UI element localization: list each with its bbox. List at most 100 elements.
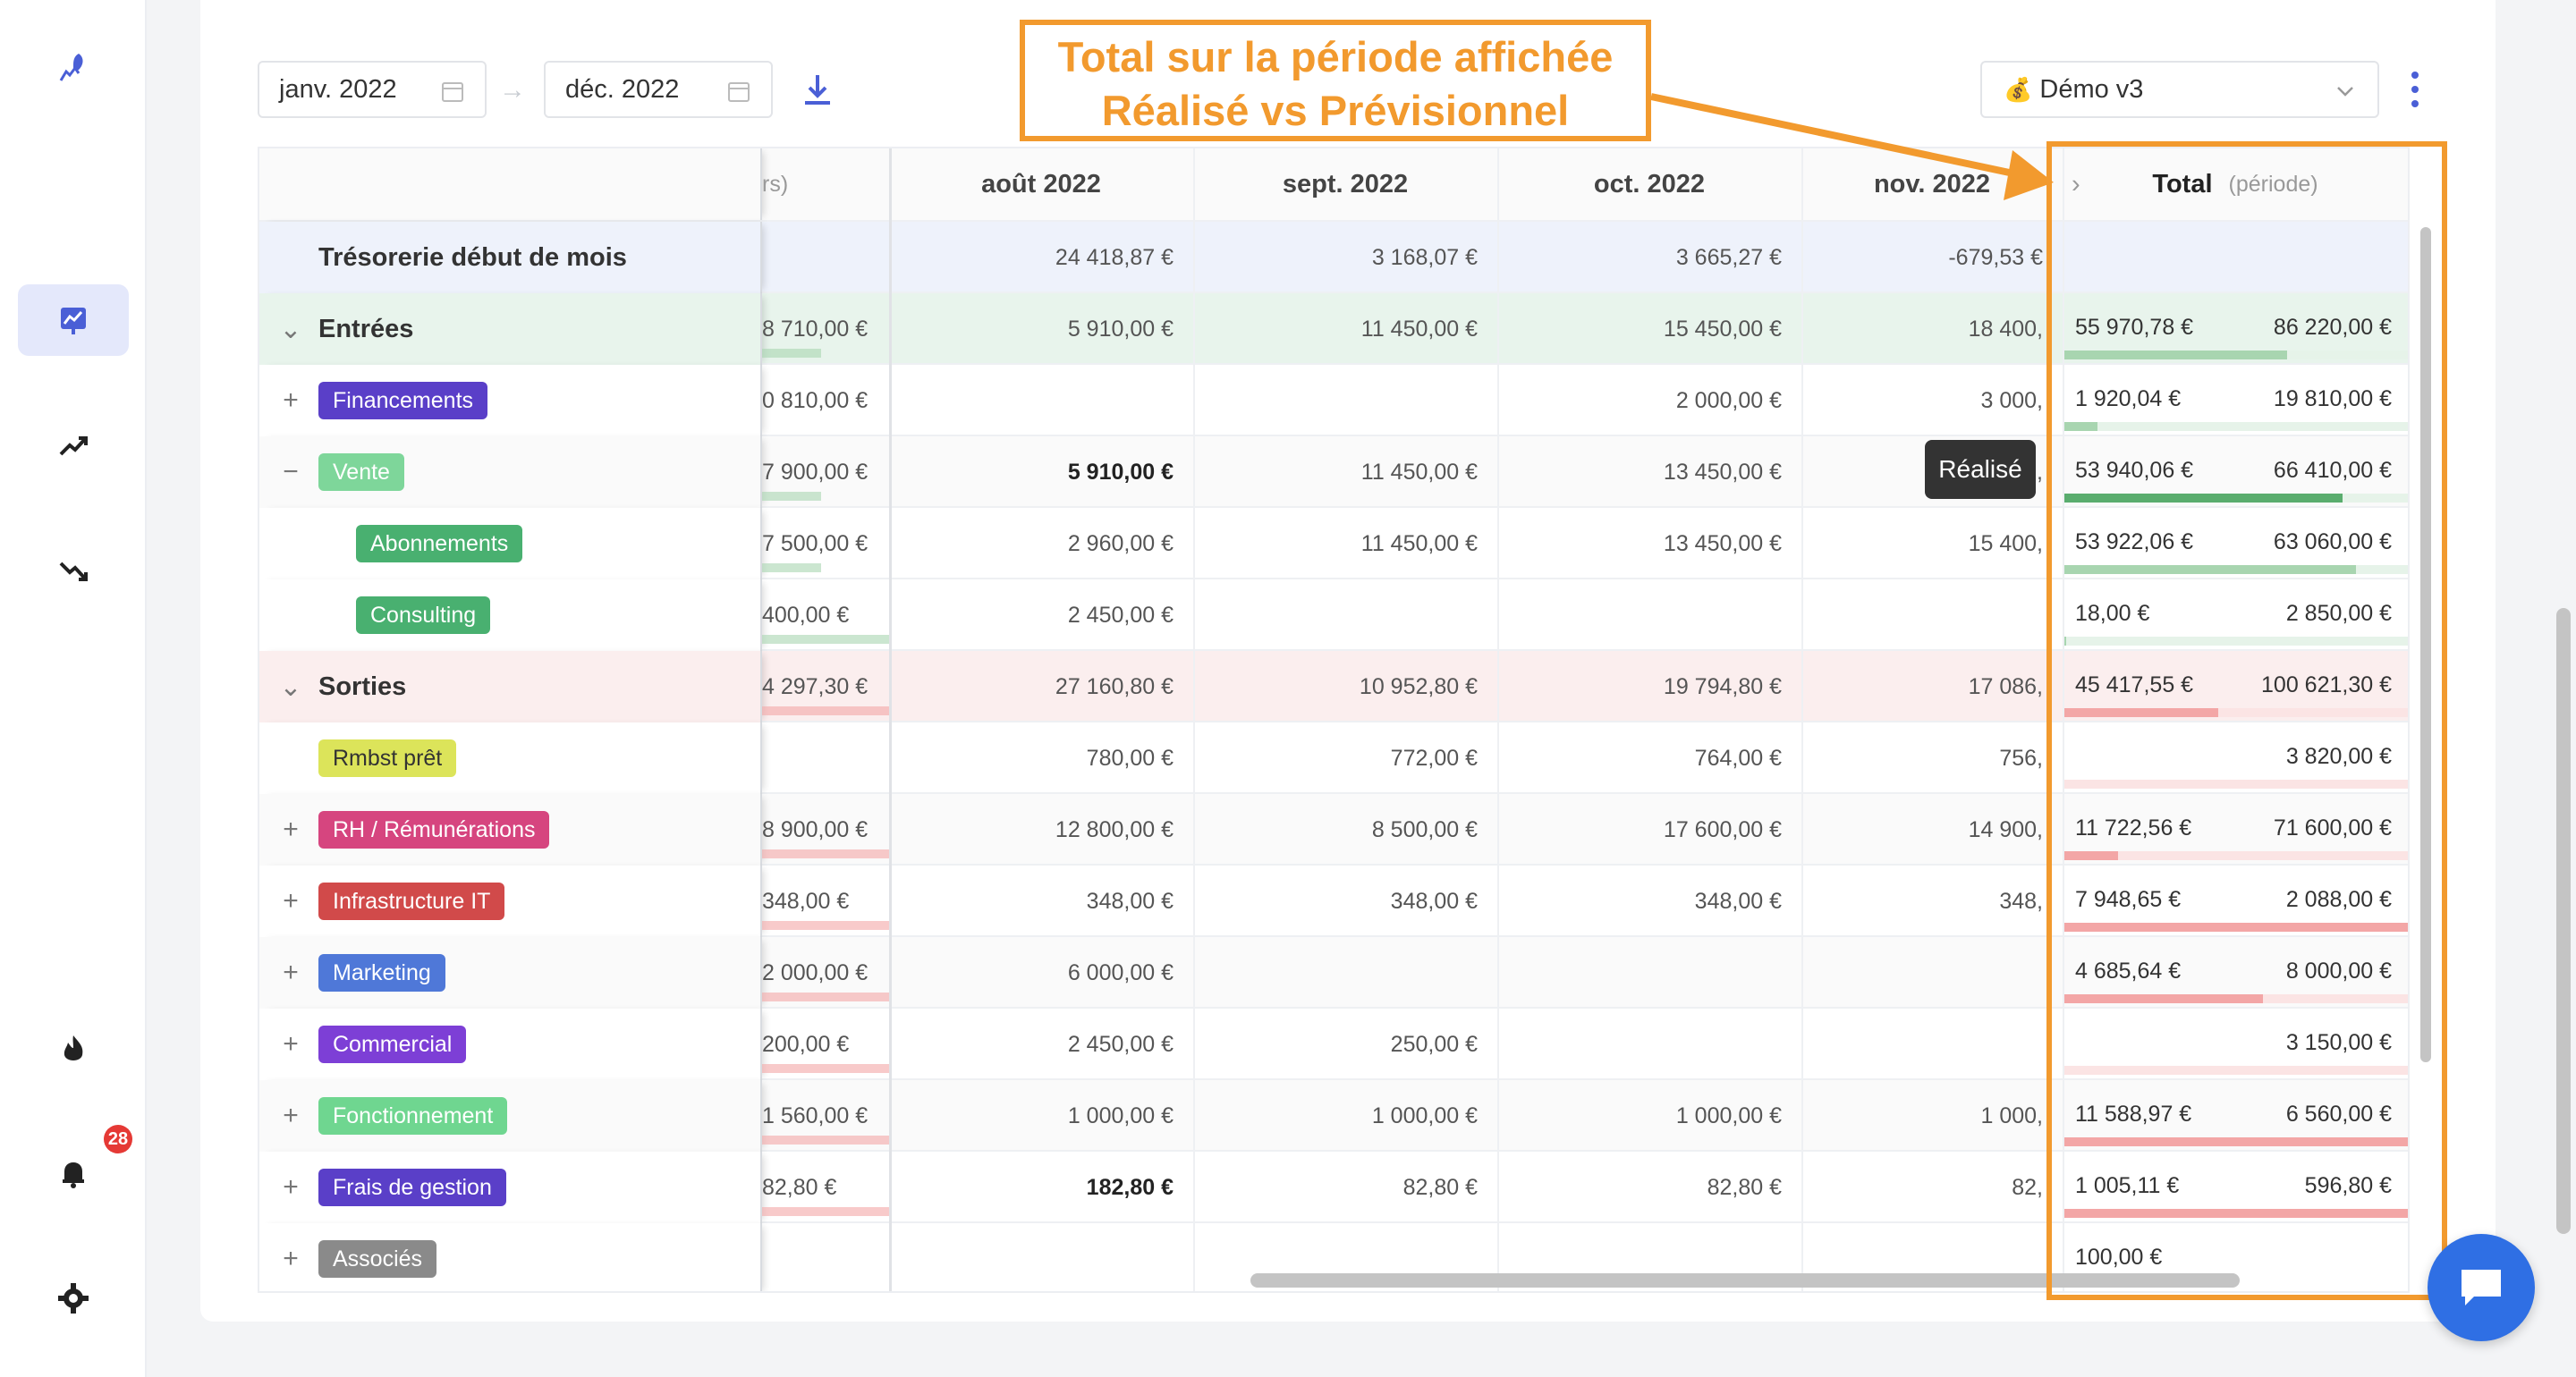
table-row[interactable]: Trésorerie début de mois 24 418,87 € 3 168… [259,222,2408,293]
treso-label: Trésorerie début de mois [318,242,627,272]
plus-icon[interactable]: + [277,815,304,845]
trending-up-icon[interactable] [18,410,129,481]
fire-icon[interactable] [18,1014,129,1086]
category-tag[interactable]: RH / Rémunérations [318,811,550,849]
table-row[interactable]: + Marketing 2 000,00 €6 000,00 € 4 685,64 … [259,937,2408,1009]
value-cell: 250,00 € [1390,1031,1478,1057]
partial-bar [762,492,821,501]
vertical-scrollbar[interactable] [2420,227,2431,1062]
header-name-cell [259,148,762,220]
end-date-field[interactable]: déc. 2022 [544,61,773,118]
chevron-down-icon[interactable]: ⌄ [277,314,304,345]
category-tag[interactable]: Vente [318,453,404,491]
table-row[interactable]: Rmbst prêt 780,00 € 772,00 € 764,00 € 756, 3… [259,722,2408,794]
category-tag[interactable]: Consulting [356,596,491,634]
start-date-field[interactable]: janv. 2022 [258,61,487,118]
total-forecast: 66 410,00 € [2273,458,2392,483]
table-row[interactable]: + Infrastructure IT 348,00 € 348,00 € 348,00… [259,866,2408,937]
partial-cell: 0 810,00 € [762,387,869,413]
row-name-cell: + Associés [259,1223,762,1291]
table-row[interactable]: ⌄ Entrées 8 710,00 €5 910,00 €11 450,00 €1… [259,293,2408,365]
download-icon[interactable] [800,72,835,107]
partial-bar [762,349,821,358]
table-row[interactable]: + Financements 0 810,00 €2 000,00 €3 000, … [259,365,2408,436]
table-row[interactable]: + RH / Rémunérations 8 900,00 €12 800,00 €… [259,794,2408,866]
category-tag[interactable]: Associés [318,1240,437,1278]
annotation-line1: Total sur la période affichée [1057,33,1614,80]
total-real: 4 685,64 € [2075,959,2182,984]
plus-icon[interactable]: + [277,1101,304,1131]
group-label: Sorties [318,672,407,701]
value-cell: 82,80 € [1402,1174,1478,1200]
page-scrollbar[interactable] [2556,608,2571,1234]
more-options-icon[interactable] [2404,68,2426,111]
table-row[interactable]: Abonnements 7 500,00 €2 960,00 €11 450,00… [259,508,2408,579]
value-cell [1801,1009,2063,1080]
annotation-line2: Réalisé vs Prévisionnel [1101,87,1570,134]
value-cell: 82,80 € [1707,1174,1782,1200]
total-bar-fill [2063,708,2218,717]
value-cell: 3 000, [1980,387,2043,413]
value-cell: 11 450,00 € [1360,530,1478,556]
chevron-right-icon[interactable]: › [2072,170,2080,199]
total-real: 53 922,06 € [2075,529,2194,554]
total-real: 1 005,11 € [2075,1173,2180,1198]
plus-icon[interactable]: + [277,385,304,416]
logo-rocket-icon[interactable] [18,32,129,104]
table-row[interactable]: + Fonctionnement 1 560,00 €1 000,00 €1 000… [259,1080,2408,1152]
group-label: Entrées [318,314,414,343]
partial-bar [762,1136,889,1145]
total-cell: 7 948,65 € 2 088,00 € [2063,866,2408,937]
minus-icon[interactable]: − [277,457,304,487]
chat-icon [2462,1270,2501,1305]
plus-icon[interactable]: + [277,1244,304,1274]
chat-button[interactable] [2428,1234,2535,1341]
category-tag[interactable]: Frais de gestion [318,1169,506,1206]
category-tag[interactable]: Marketing [318,954,445,992]
total-real: 45 417,55 € [2075,672,2194,697]
value-cell: 82, [2012,1174,2043,1200]
category-tag[interactable]: Fonctionnement [318,1097,508,1135]
trending-down-icon[interactable] [18,535,129,606]
gear-icon[interactable] [18,1263,129,1334]
total-bar-fill [2063,923,2408,932]
value-cell: 18 400, [1968,316,2043,342]
table-row[interactable]: ⌄ Sorties 4 297,30 €27 160,80 €10 952,80 €… [259,651,2408,722]
value-cell: 11 450,00 € [1360,316,1478,342]
value-cell: 15 400, [1968,530,2043,556]
total-bar-track [2063,422,2408,431]
plus-icon[interactable]: + [277,886,304,917]
horizontal-scrollbar[interactable] [1250,1273,2240,1288]
plus-icon[interactable]: + [277,1172,304,1203]
dashboard-chart-icon[interactable] [18,284,129,356]
value-cell: 182,80 € [1086,1174,1174,1200]
table-row[interactable]: + Frais de gestion 82,80 € 182,80 € 82,80 € 8… [259,1152,2408,1223]
row-name-cell: + RH / Rémunérations [259,794,762,866]
partial-cell [762,222,889,293]
value-cell: 2 450,00 € [1067,1031,1174,1057]
category-tag[interactable]: Rmbst prêt [318,739,457,777]
plus-icon[interactable]: + [277,1029,304,1060]
value-cell [1497,937,1801,1009]
table-row[interactable]: − Vente 7 900,00 €5 910,00 €11 450,00 €13 … [259,436,2408,508]
category-tag[interactable]: Abonnements [356,525,523,562]
category-tag[interactable]: Infrastructure IT [318,883,505,920]
category-tag[interactable]: Commercial [318,1026,467,1063]
value-cell [889,1223,1193,1291]
value-cell: 10 952,80 € [1359,673,1478,699]
chevron-down-icon[interactable]: ⌄ [277,672,304,703]
table-row[interactable]: + Commercial 200,00 €2 450,00 €250,00 € 3 … [259,1009,2408,1080]
column-separator [1497,148,1499,1291]
total-bar-fill [2063,851,2118,860]
plus-icon[interactable]: + [277,958,304,988]
value-cell: 2 450,00 € [1067,602,1174,628]
total-forecast: 596,80 € [2304,1173,2392,1198]
total-forecast: 100 621,30 € [2261,672,2392,697]
value-cell: 14 900, [1968,816,2043,842]
scenario-select[interactable]: 💰 Démo v3 [1980,61,2379,118]
total-forecast: 71 600,00 € [2273,815,2392,841]
table-row[interactable]: Consulting 400,00 €2 450,00 € 18,00 € 2 8… [259,579,2408,651]
total-bar-fill [2063,1209,2408,1218]
category-tag[interactable]: Financements [318,382,488,419]
total-real: 55 970,78 € [2075,315,2194,340]
